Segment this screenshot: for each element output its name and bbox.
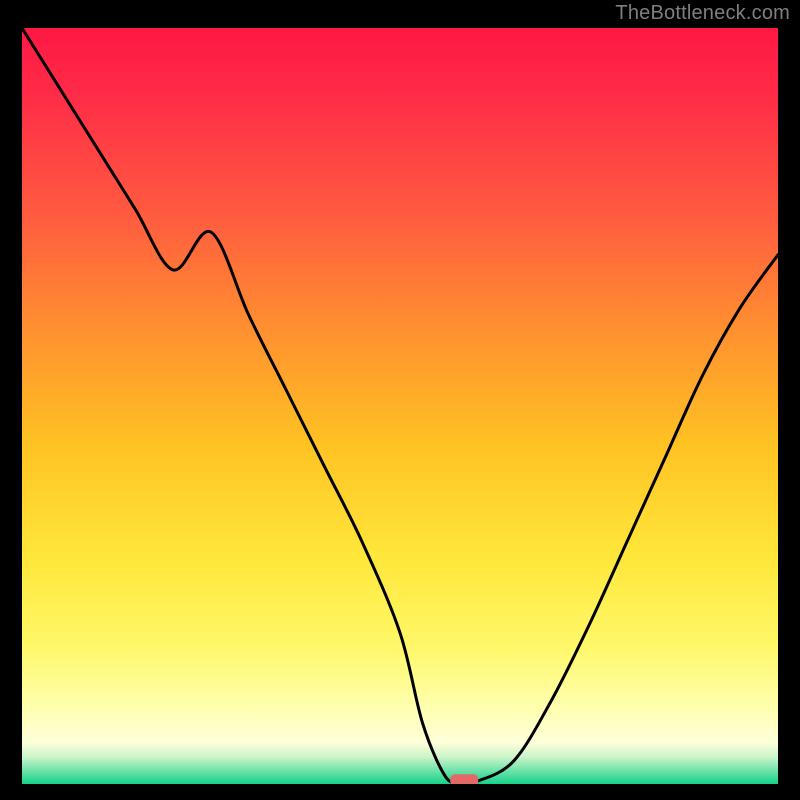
- optimal-marker: [450, 774, 478, 784]
- chart-frame: TheBottleneck.com: [0, 0, 800, 800]
- bottleneck-chart: [22, 28, 778, 784]
- attribution-label: TheBottleneck.com: [615, 2, 790, 25]
- gradient-background: [22, 28, 778, 784]
